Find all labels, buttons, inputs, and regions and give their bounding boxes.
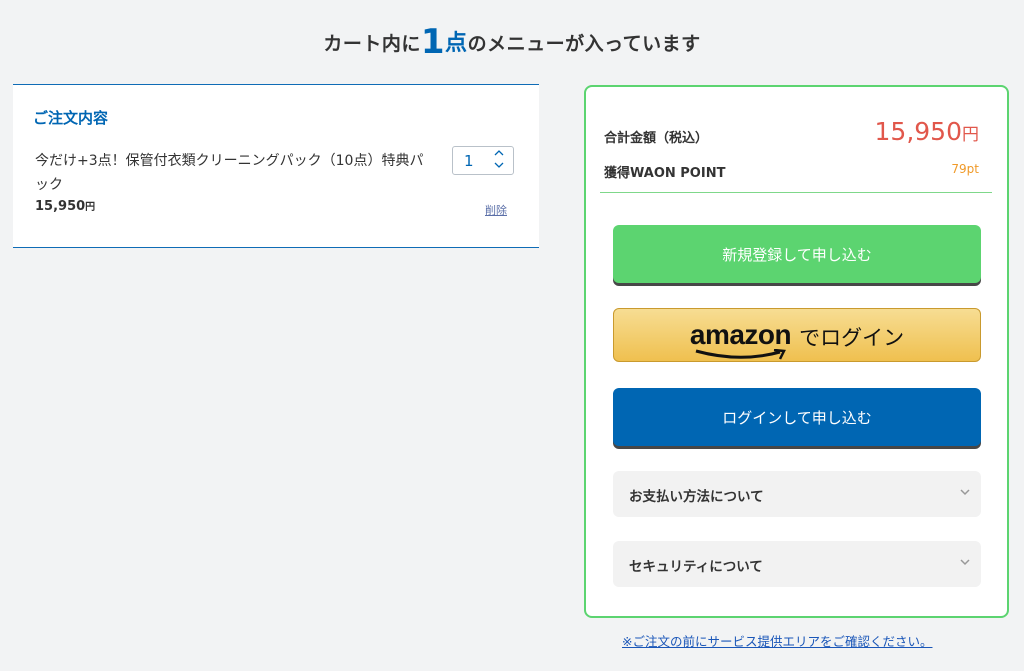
- amazon-login-label: でログイン: [799, 326, 905, 350]
- order-summary-card: 合計金額（税込） 15,950円 獲得WAON POINT 79pt 新規登録し…: [584, 85, 1009, 618]
- heading-suffix: のメニューが入っています: [467, 33, 701, 55]
- login-button-label: ログインして申し込む: [722, 408, 872, 427]
- payment-method-accordion[interactable]: お支払い方法について: [613, 471, 981, 517]
- cart-page: カート内に1点のメニューが入っています ご注文内容 今だけ+3点！保管付衣類クリ…: [0, 0, 1024, 671]
- item-count-unit: 点: [445, 31, 468, 56]
- order-details-title: ご注文内容: [33, 109, 109, 127]
- register-button-label: 新規登録して申し込む: [722, 245, 872, 264]
- chevron-down-icon: [960, 559, 970, 566]
- chevron-up-icon[interactable]: [491, 149, 507, 161]
- quantity-stepper[interactable]: 1: [452, 146, 514, 175]
- login-and-apply-button[interactable]: ログインして申し込む: [613, 388, 981, 446]
- waon-point-value: 79pt: [951, 162, 979, 176]
- amazon-smile-icon: [695, 349, 786, 360]
- waon-point-label: 獲得WAON POINT: [604, 166, 726, 181]
- total-price-unit: 円: [962, 125, 979, 145]
- summary-divider: [600, 192, 992, 193]
- delete-item-link[interactable]: 削除: [485, 202, 507, 218]
- register-and-apply-button[interactable]: 新規登録して申し込む: [613, 225, 981, 283]
- total-price: 15,950円: [875, 117, 979, 146]
- chevron-down-icon: [960, 489, 970, 496]
- amazon-logo-text: amazon: [689, 319, 792, 350]
- order-item-price-unit: 円: [85, 202, 96, 213]
- order-details-card: ご注文内容 今だけ+3点！保管付衣類クリーニングパック（10点）特典パック 15…: [13, 84, 539, 248]
- security-label: セキュリティについて: [629, 559, 763, 575]
- cart-heading: カート内に1点のメニューが入っています: [0, 22, 1024, 62]
- order-item-price: 15,950円: [35, 198, 95, 214]
- chevron-down-icon[interactable]: [491, 161, 507, 173]
- item-count: 1: [420, 22, 446, 62]
- order-item-price-value: 15,950: [35, 199, 86, 214]
- security-accordion[interactable]: セキュリティについて: [613, 541, 981, 587]
- quantity-value[interactable]: 1: [464, 152, 474, 170]
- total-label: 合計金額（税込）: [604, 131, 709, 146]
- total-price-value: 15,950: [874, 117, 962, 146]
- amazon-login-button[interactable]: amazon でログイン: [613, 308, 981, 362]
- order-item-name: 今だけ+3点！保管付衣類クリーニングパック（10点）特典パック: [35, 153, 424, 193]
- service-area-notice-link[interactable]: ※ご注文の前にサービス提供エリアをご確認ください。: [622, 631, 932, 650]
- heading-prefix: カート内に: [323, 33, 421, 55]
- payment-method-label: お支払い方法について: [629, 489, 764, 505]
- amazon-logo: amazon: [689, 319, 792, 360]
